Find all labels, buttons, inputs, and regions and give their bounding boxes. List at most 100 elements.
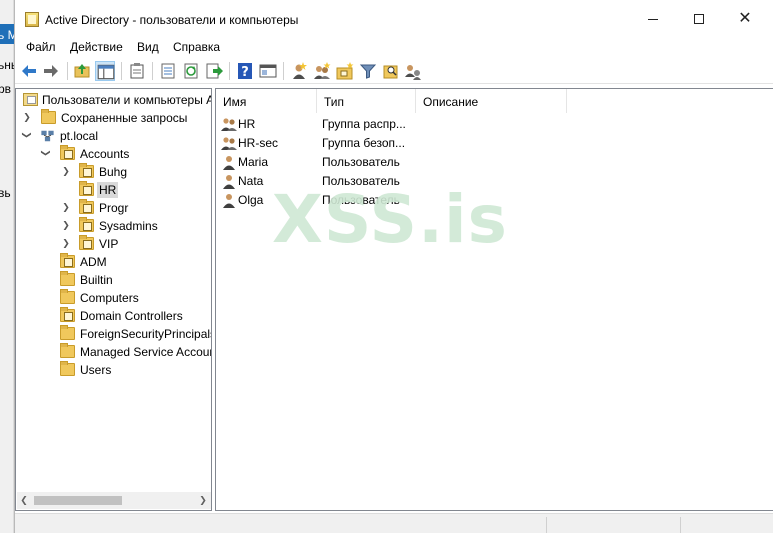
tree-item-hr[interactable]: HR <box>16 181 211 199</box>
tree-item-saved-queries[interactable]: ❯ Сохраненные запросы <box>16 109 211 127</box>
close-icon: ✕ <box>738 10 752 27</box>
menu-view[interactable]: Вид <box>137 40 159 54</box>
back-button[interactable] <box>19 61 39 81</box>
details-list[interactable]: Имя Тип Описание HR Группа распр... HR-s… <box>215 88 773 511</box>
up-level-button[interactable] <box>72 61 92 81</box>
show-tree-button[interactable] <box>95 61 115 81</box>
chevron-down-icon[interactable]: ❯ <box>40 148 52 158</box>
refresh-button[interactable] <box>181 61 201 81</box>
properties-button[interactable] <box>158 61 178 81</box>
toolbar: ? <box>15 58 773 84</box>
item-name: Maria <box>238 155 269 169</box>
organizational-unit-icon <box>79 163 94 178</box>
tree-item-progr[interactable]: ❯ Progr <box>16 199 211 217</box>
tree-item-vip[interactable]: ❯ VIP <box>16 235 211 253</box>
column-header-description[interactable]: Описание <box>416 89 567 113</box>
tree-item-accounts[interactable]: ❯ Accounts <box>16 145 211 163</box>
chevron-right-icon[interactable]: ❯ <box>61 201 71 213</box>
scrollbar-thumb[interactable] <box>34 496 122 505</box>
tree-horizontal-scrollbar[interactable]: ❮ ❯ <box>17 492 211 509</box>
tree-item-builtin[interactable]: Builtin <box>16 271 211 289</box>
list-row[interactable]: HR-sec Группа безоп... <box>216 134 773 153</box>
svg-text:?: ? <box>241 65 249 80</box>
user-icon <box>221 192 237 208</box>
menu-file[interactable]: Файл <box>26 40 56 54</box>
find-icon <box>383 65 398 79</box>
close-button[interactable]: ✕ <box>722 0 768 38</box>
item-type: Группа безоп... <box>322 136 406 150</box>
filter-button[interactable] <box>358 61 378 81</box>
minimize-button[interactable] <box>630 0 676 38</box>
tree-item-users[interactable]: Users <box>16 361 211 379</box>
new-group-button[interactable] <box>312 61 332 81</box>
tree-item-label: Domain Controllers <box>80 309 183 323</box>
list-icon <box>161 63 175 79</box>
tree-item-label: Progr <box>99 201 129 215</box>
refresh-icon <box>184 63 198 79</box>
forward-button[interactable] <box>41 61 61 81</box>
chevron-down-icon[interactable]: ❯ <box>21 130 33 140</box>
organizational-unit-icon <box>79 181 94 196</box>
help-button[interactable]: ? <box>235 61 255 81</box>
tree-item-managed-service-accounts[interactable]: Managed Service Accounts <box>16 343 212 361</box>
user-icon <box>221 154 237 170</box>
forward-icon <box>44 65 58 77</box>
tree-item-label: Пользователи и компьютеры Active Directo… <box>42 93 211 107</box>
maximize-button[interactable] <box>676 0 722 38</box>
chevron-right-icon[interactable]: ❯ <box>61 219 71 231</box>
tree-item-label: VIP <box>99 237 119 251</box>
column-header-name[interactable]: Имя <box>216 89 317 113</box>
tree-item-label: Computers <box>80 291 139 305</box>
menu-help[interactable]: Справка <box>173 40 220 54</box>
tree-item-computers[interactable]: Computers <box>16 289 211 307</box>
menu-action[interactable]: Действие <box>70 40 123 54</box>
new-user-button[interactable] <box>289 61 309 81</box>
tree-item-label: pt.local <box>60 129 99 143</box>
directory-app-icon <box>25 12 39 27</box>
tree-item-label: Accounts <box>80 147 130 161</box>
folder-icon <box>60 271 75 286</box>
list-header: Имя Тип Описание <box>216 89 773 113</box>
organizational-unit-icon <box>60 307 75 322</box>
delegate-button[interactable] <box>404 61 424 81</box>
delegate-icon <box>405 65 421 80</box>
background-text-3: рв <box>0 82 12 96</box>
find-button[interactable] <box>381 61 401 81</box>
console-button[interactable] <box>258 61 278 81</box>
export-list-button[interactable] <box>204 61 224 81</box>
list-row[interactable]: HR Группа распр... <box>216 115 773 134</box>
chevron-right-icon[interactable]: ❯ <box>61 165 71 177</box>
tree-item-adm[interactable]: ADM <box>16 253 211 271</box>
up-folder-icon <box>74 64 90 78</box>
tree-item-buhg[interactable]: ❯ Buhg <box>16 163 211 181</box>
console-icon <box>259 64 277 78</box>
organizational-unit-icon <box>79 217 94 232</box>
item-type: Пользователь <box>322 155 400 169</box>
new-ou-button[interactable] <box>335 61 355 81</box>
folder-icon <box>60 361 75 376</box>
folder-icon <box>41 109 56 124</box>
chevron-right-icon[interactable]: ❯ <box>22 111 32 123</box>
folder-icon <box>60 289 75 304</box>
help-icon: ? <box>238 63 252 80</box>
scroll-left-icon[interactable]: ❮ <box>18 494 30 507</box>
title-bar[interactable]: Active Directory - пользователи и компью… <box>15 0 773 38</box>
user-icon <box>221 173 237 189</box>
tree-item-label: Managed Service Accounts <box>80 345 212 359</box>
tree-item-sysadmins[interactable]: ❯ Sysadmins <box>16 217 211 235</box>
group-icon <box>221 116 237 132</box>
chevron-right-icon[interactable]: ❯ <box>61 237 71 249</box>
tree-item-label: Buhg <box>99 165 128 179</box>
column-header-type[interactable]: Тип <box>317 89 416 113</box>
tree-item-domain-controllers[interactable]: Domain Controllers <box>16 307 211 325</box>
status-bar <box>15 513 773 533</box>
group-icon <box>221 135 237 151</box>
tree-item-domain[interactable]: ❯ pt.local <box>16 127 211 145</box>
new-group-icon <box>314 62 331 79</box>
navigation-tree[interactable]: Пользователи и компьютеры Active Directo… <box>15 88 212 511</box>
scroll-right-icon[interactable]: ❯ <box>197 494 209 507</box>
tree-item-foreign-security-principals[interactable]: ForeignSecurityPrincipals <box>16 325 211 343</box>
tree-item-root[interactable]: Пользователи и компьютеры Active Directo… <box>16 91 211 109</box>
copy-button[interactable] <box>127 61 147 81</box>
list-row[interactable]: Maria Пользователь <box>216 153 773 172</box>
